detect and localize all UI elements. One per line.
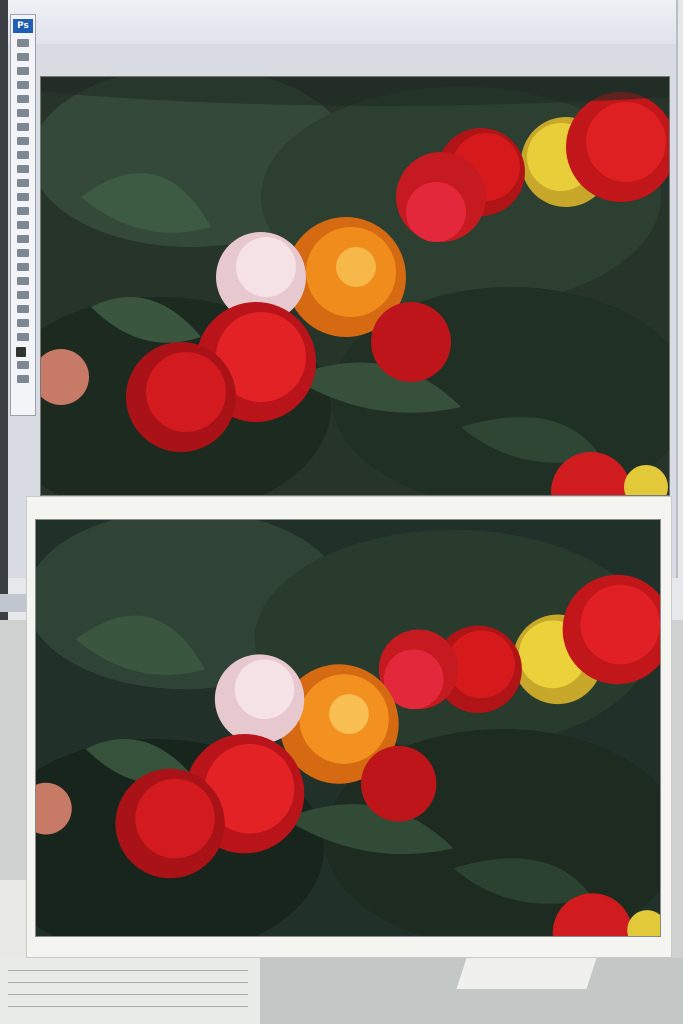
monitor-bezel xyxy=(0,0,8,620)
history-brush-icon[interactable] xyxy=(17,165,29,173)
paper-line xyxy=(8,982,248,983)
flower-photo-svg xyxy=(41,77,669,495)
paper-document xyxy=(0,958,260,1024)
brush-icon[interactable] xyxy=(17,137,29,145)
eyedropper2-icon[interactable] xyxy=(17,305,29,313)
paper-line xyxy=(8,994,248,995)
lasso-icon[interactable] xyxy=(17,67,29,75)
back-monitor-photo xyxy=(40,76,670,496)
stamp-icon[interactable] xyxy=(17,151,29,159)
gradient-icon[interactable] xyxy=(17,193,29,201)
eraser-icon[interactable] xyxy=(17,179,29,187)
hand-icon[interactable] xyxy=(17,319,29,327)
photo-scene: Ps xyxy=(0,0,683,1024)
zoom-icon[interactable] xyxy=(17,333,29,341)
ps-logo-icon: Ps xyxy=(13,19,33,33)
magic-wand-icon[interactable] xyxy=(17,81,29,89)
flower-photo-svg xyxy=(36,520,660,936)
mask-icon[interactable] xyxy=(17,361,29,369)
monitor-stand-base xyxy=(456,955,598,989)
paper-line xyxy=(8,1006,248,1007)
healing-icon[interactable] xyxy=(17,123,29,131)
notes-icon[interactable] xyxy=(17,291,29,299)
shape-icon[interactable] xyxy=(17,277,29,285)
screen-mode-icon[interactable] xyxy=(17,375,29,383)
dodge-icon[interactable] xyxy=(17,221,29,229)
toolbox-panel[interactable]: Ps xyxy=(10,14,36,416)
window-titlebar xyxy=(8,0,676,44)
front-monitor xyxy=(26,496,672,958)
blur-icon[interactable] xyxy=(17,207,29,215)
paper-line xyxy=(8,970,248,971)
path-select-icon[interactable] xyxy=(17,263,29,271)
type-icon[interactable] xyxy=(17,249,29,257)
color-swatch-icon[interactable] xyxy=(16,347,26,357)
eyedropper-icon[interactable] xyxy=(17,109,29,117)
marquee-icon[interactable] xyxy=(17,53,29,61)
front-monitor-photo xyxy=(35,519,661,937)
pen-icon[interactable] xyxy=(17,235,29,243)
crop-icon[interactable] xyxy=(17,95,29,103)
move-icon[interactable] xyxy=(17,39,29,47)
